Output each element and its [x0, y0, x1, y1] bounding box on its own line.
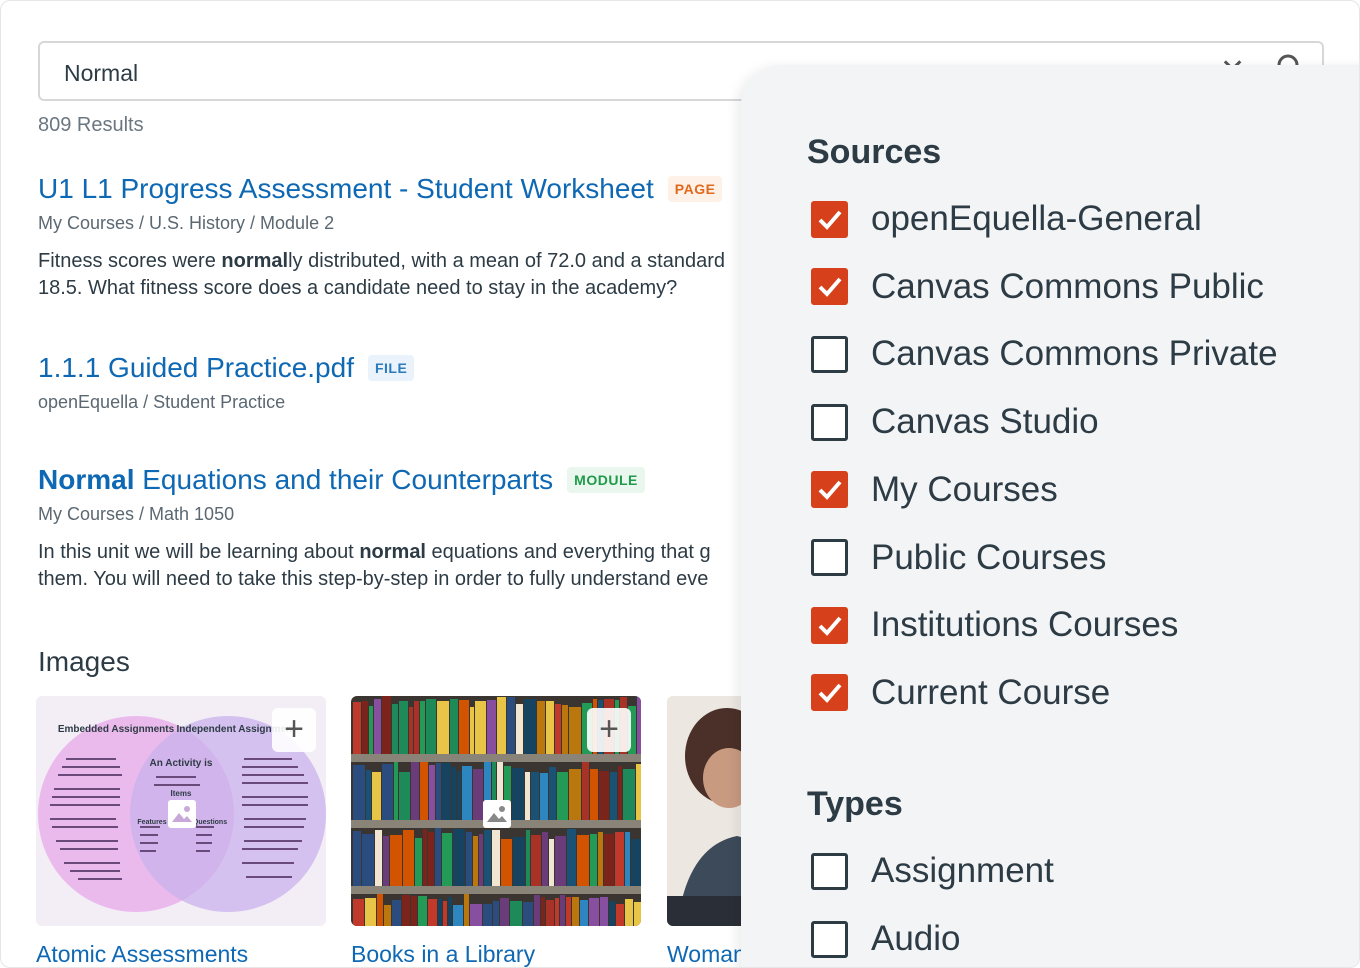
result-description: In this unit we will be learning about n… — [38, 541, 711, 590]
image-placeholder-icon — [168, 800, 196, 828]
checkmark-icon — [818, 480, 842, 501]
search-page: Normal ✕ 809 Results U1 L1 Progress Asse… — [0, 0, 1360, 968]
sources-checkbox-row[interactable]: My Courses — [811, 470, 1058, 510]
results-count: 809 Results — [38, 114, 144, 136]
types-heading: Types — [807, 785, 903, 823]
checkbox-unchecked[interactable] — [811, 920, 848, 958]
venn-center-sub: Items — [171, 789, 192, 798]
result-item: U1 L1 Progress Assessment - Student Work… — [38, 173, 758, 302]
result-path: My Courses / Math 1050 — [38, 504, 235, 524]
checkbox-label: Institutions Courses — [871, 605, 1179, 645]
sources-checkbox-row[interactable]: Public Courses — [811, 538, 1106, 578]
checkbox-checked[interactable] — [811, 674, 848, 712]
checkmark-icon — [818, 277, 842, 298]
image-thumbnail-atomic-assessments[interactable]: Embedded Assignments Independent Assignm… — [36, 696, 326, 926]
checkbox-checked[interactable] — [811, 471, 848, 509]
checkbox-label: Canvas Commons Private — [871, 334, 1278, 374]
checkbox-label: Canvas Commons Public — [871, 266, 1264, 306]
image-title-link[interactable]: Atomic Assessments — [36, 941, 248, 967]
filter-panel: Sources openEquella-General Canvas Common… — [741, 65, 1359, 967]
checkbox-label: Current Course — [871, 672, 1111, 712]
result-title-link[interactable]: Normal Equations and their Counterparts — [38, 464, 553, 496]
venn-questions: Questions — [193, 819, 227, 826]
types-checkbox-row[interactable]: Assignment — [811, 851, 1054, 891]
search-value[interactable]: Normal — [64, 60, 138, 87]
sources-checkbox-row[interactable]: Institutions Courses — [811, 605, 1178, 645]
checkbox-unchecked[interactable] — [811, 539, 848, 576]
checkbox-checked[interactable] — [811, 200, 848, 238]
checkbox-unchecked[interactable] — [811, 403, 848, 441]
checkbox-checked[interactable] — [811, 606, 848, 644]
checkbox-checked[interactable] — [811, 268, 848, 306]
checkbox-unchecked[interactable] — [811, 852, 848, 890]
result-type-badge: FILE — [367, 355, 415, 381]
venn-center-title: An Activity is — [150, 758, 213, 769]
checkbox-label: openEquella-General — [871, 199, 1202, 238]
result-type-badge: MODULE — [567, 467, 645, 493]
checkbox-unchecked[interactable] — [811, 335, 848, 373]
result-description: Fitness scores were normally distributed… — [38, 250, 726, 299]
venn-left-title: Embedded Assignments — [58, 724, 175, 735]
result-item: Normal Equations and their Counterparts M… — [38, 464, 758, 593]
image-placeholder-icon — [483, 800, 511, 828]
sources-checkbox-row[interactable]: Canvas Commons Private — [811, 334, 1278, 374]
sources-checkbox-row[interactable]: openEquella-General — [811, 199, 1202, 239]
add-image-button[interactable]: + — [272, 708, 316, 752]
image-thumbnail-books-in-a-library[interactable]: + — [351, 696, 641, 926]
checkbox-label: Public Courses — [871, 537, 1107, 577]
sources-checkbox-row[interactable]: Current Course — [811, 673, 1110, 713]
sources-checkbox-row[interactable]: Canvas Studio — [811, 402, 1099, 442]
sources-heading: Sources — [807, 133, 942, 171]
sources-checkbox-row[interactable]: Canvas Commons Public — [811, 267, 1264, 307]
checkbox-label: Audio — [871, 919, 961, 958]
add-image-button[interactable]: + — [587, 708, 631, 752]
result-type-badge: PAGE — [667, 176, 723, 202]
checkmark-icon — [818, 684, 842, 704]
image-title-link[interactable]: Books in a Library — [351, 941, 535, 967]
types-checkbox-row[interactable]: Audio — [811, 919, 961, 959]
checkmark-icon — [818, 210, 842, 230]
result-title-link[interactable]: U1 L1 Progress Assessment - Student Work… — [38, 173, 654, 205]
checkbox-label: Canvas Studio — [871, 402, 1099, 442]
images-heading: Images — [38, 646, 130, 677]
checkbox-label: Assignment — [871, 851, 1054, 890]
checkbox-label: My Courses — [871, 469, 1058, 509]
result-item: 1.1.1 Guided Practice.pdf FILE openEquell… — [38, 352, 758, 413]
checkmark-icon — [818, 616, 842, 636]
image-title-link[interactable]: Woman — [667, 941, 746, 967]
venn-features: Features — [137, 819, 166, 826]
result-path: My Courses / U.S. History / Module 2 — [38, 213, 335, 233]
result-path: openEquella / Student Practice — [38, 392, 286, 412]
result-title-link[interactable]: 1.1.1 Guided Practice.pdf — [38, 352, 354, 384]
